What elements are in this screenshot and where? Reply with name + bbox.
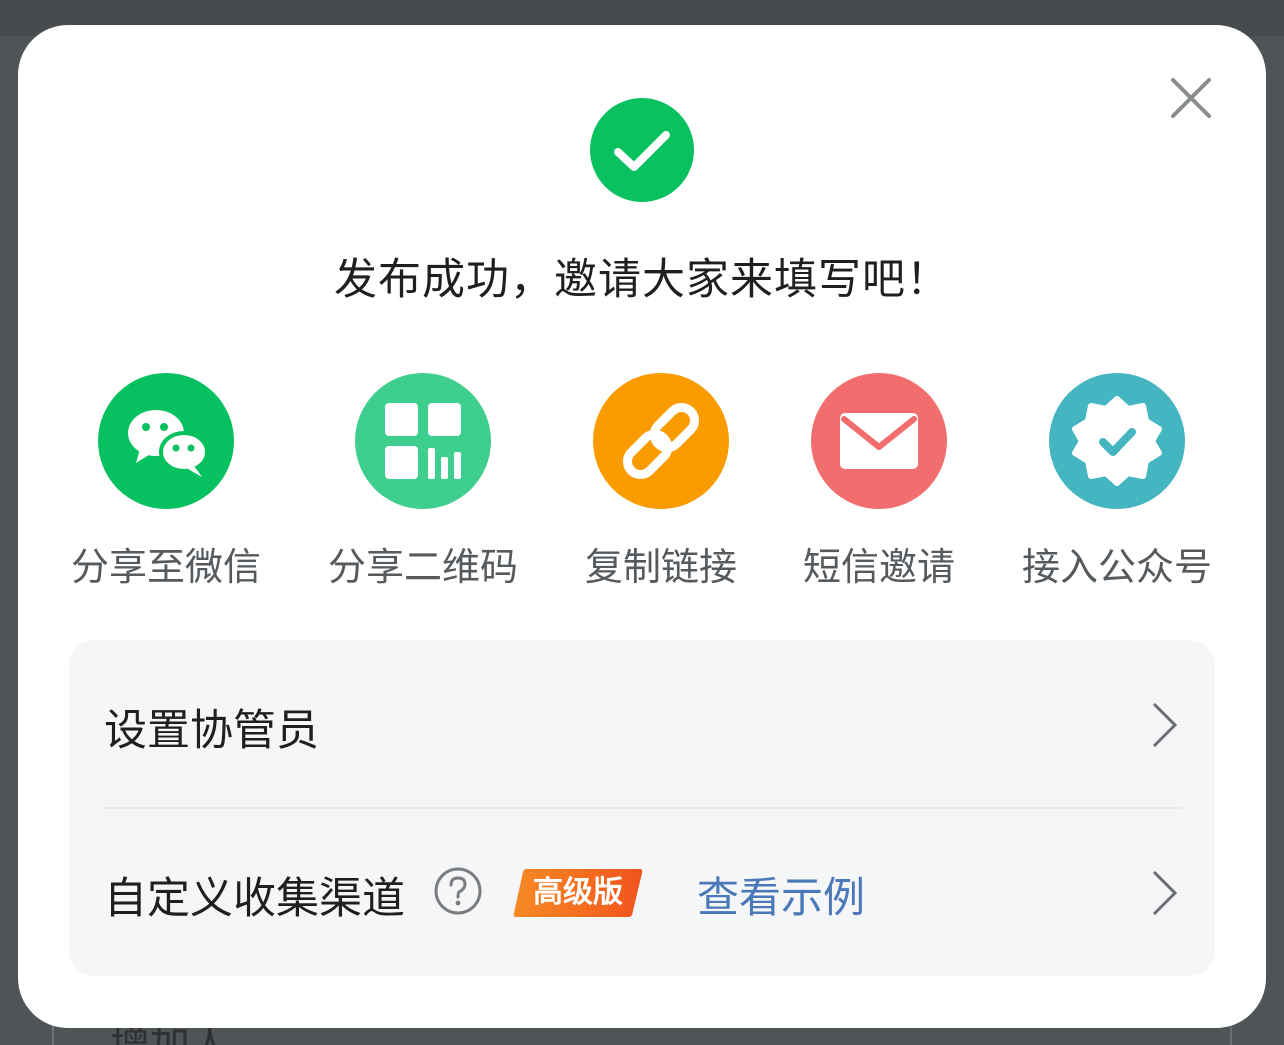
- link-icon: [593, 373, 729, 509]
- premium-badge-text: 高级版: [533, 875, 623, 910]
- qrcode-icon: [355, 373, 491, 509]
- premium-badge: 高级版: [512, 867, 644, 919]
- chevron-right-icon: [1149, 701, 1179, 749]
- check-circle-icon: [590, 98, 694, 202]
- settings-card: 设置协管员 自定义收集渠道 高级版 查看示例: [69, 640, 1215, 976]
- wechat-icon: [98, 373, 234, 509]
- sms-invite-label: 短信邀请: [802, 545, 955, 589]
- custom-channel-label: 自定义收集渠道: [104, 874, 405, 924]
- page-title: 发布成功，邀请大家来填写吧！: [334, 255, 950, 305]
- share-wechat-button[interactable]: 分享至微信: [56, 373, 276, 593]
- publish-success-dialog: 发布成功，邀请大家来填写吧！ 分享至微信 分享二维码 复制链接 短信邀请 接入公…: [18, 25, 1266, 1028]
- share-wechat-label: 分享至微信: [70, 545, 261, 589]
- official-account-label: 接入公众号: [1021, 545, 1212, 589]
- help-question-icon[interactable]: [433, 866, 483, 916]
- share-qrcode-label: 分享二维码: [327, 545, 518, 589]
- verified-badge-icon: [1049, 373, 1185, 509]
- mail-icon: [811, 373, 947, 509]
- set-collaborators-row[interactable]: 设置协管员: [69, 640, 1215, 809]
- chevron-right-icon: [1149, 869, 1179, 917]
- copy-link-button[interactable]: 复制链接: [551, 373, 771, 593]
- official-account-button[interactable]: 接入公众号: [1007, 373, 1227, 593]
- sms-invite-button[interactable]: 短信邀请: [769, 373, 989, 593]
- share-qrcode-button[interactable]: 分享二维码: [313, 373, 533, 593]
- set-collaborators-label: 设置协管员: [104, 706, 319, 756]
- view-example-link[interactable]: 查看示例: [697, 864, 865, 925]
- close-icon[interactable]: [1168, 75, 1214, 121]
- custom-channel-row[interactable]: 自定义收集渠道 高级版 查看示例: [69, 808, 1215, 976]
